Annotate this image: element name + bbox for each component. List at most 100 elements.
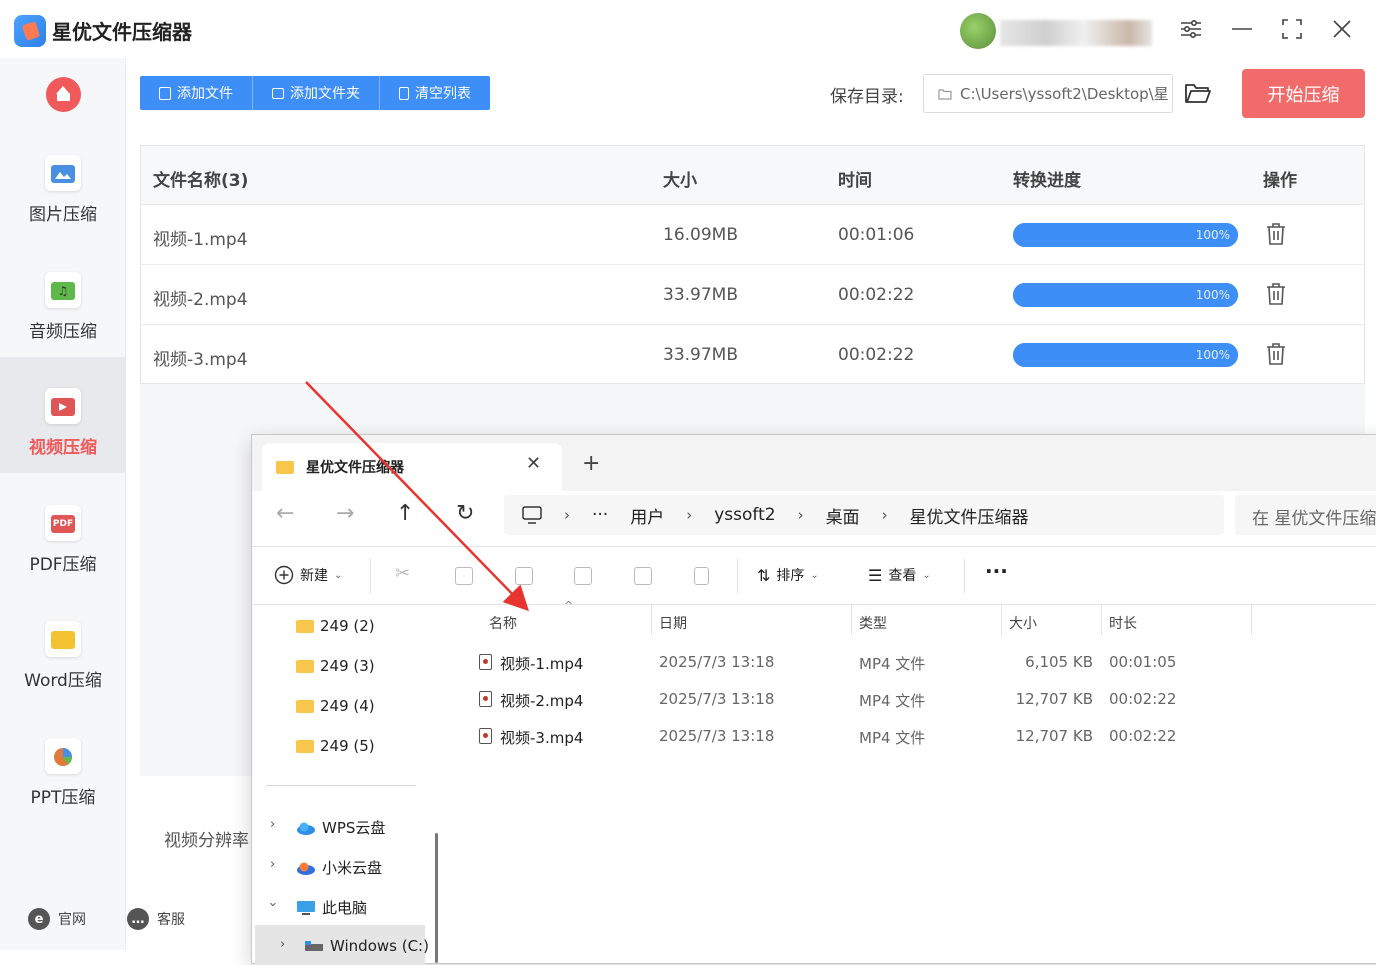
file-name: 视频-1.mp4 bbox=[153, 230, 248, 250]
chevron-right-icon[interactable]: › bbox=[270, 817, 275, 832]
copy-icon[interactable] bbox=[455, 567, 473, 585]
tree-this-pc[interactable]: 此电脑 bbox=[296, 897, 367, 918]
search-input[interactable]: 在 星优文件压缩器 bbox=[1235, 495, 1376, 535]
cut-icon[interactable]: ✂ bbox=[395, 563, 413, 584]
file-row[interactable]: 视频-2.mp4 2025/7/3 13:18 MP4 文件 12,707 KB 00:… bbox=[447, 680, 1376, 716]
paste-icon[interactable] bbox=[515, 567, 533, 585]
delete-icon[interactable] bbox=[694, 567, 709, 585]
maximize-icon[interactable] bbox=[1277, 14, 1307, 44]
file-name: 视频-1.mp4 bbox=[500, 655, 584, 673]
sidebar-item-word[interactable]: Word压缩 bbox=[0, 590, 126, 706]
nav-scrollbar[interactable] bbox=[435, 833, 438, 963]
header-size: 大小 bbox=[663, 171, 697, 191]
sidebar-item-label: Word压缩 bbox=[24, 671, 102, 691]
video-file-icon bbox=[479, 654, 492, 670]
column-name[interactable]: 名称 bbox=[489, 613, 517, 633]
cloud-icon bbox=[297, 862, 315, 875]
app-logo-icon bbox=[14, 15, 46, 47]
tree-wps-cloud[interactable]: WPS云盘 bbox=[296, 817, 385, 838]
file-time: 00:02:22 bbox=[838, 285, 915, 305]
close-icon[interactable] bbox=[1327, 14, 1357, 44]
chevron-right-icon: › bbox=[881, 506, 888, 524]
file-size: 12,707 KB bbox=[1015, 727, 1093, 745]
sort-icon: ⇅ bbox=[757, 565, 771, 585]
sidebar-item-audio[interactable]: ♫ 音频压缩 bbox=[0, 241, 126, 357]
tree-xiaomi-cloud[interactable]: 小米云盘 bbox=[296, 857, 382, 878]
share-icon[interactable] bbox=[634, 567, 652, 585]
website-link[interactable]: e 官网 bbox=[28, 908, 86, 930]
pdf-icon: PDF bbox=[45, 505, 81, 541]
progress-text: 100% bbox=[1195, 228, 1230, 242]
delete-row-icon[interactable] bbox=[1266, 282, 1286, 306]
progress-text: 100% bbox=[1195, 348, 1230, 362]
add-folder-button[interactable]: 添加文件夹 bbox=[253, 76, 380, 110]
sidebar-item-label: 音频压缩 bbox=[29, 322, 97, 342]
add-folder-label: 添加文件夹 bbox=[290, 86, 360, 102]
start-compress-button[interactable]: 开始压缩 bbox=[1242, 69, 1365, 118]
title-bar: 星优文件压缩器 bbox=[0, 0, 1376, 58]
delete-row-icon[interactable] bbox=[1266, 222, 1286, 246]
sidebar-item-pdf[interactable]: PDF PDF压缩 bbox=[0, 474, 126, 590]
add-file-label: 添加文件 bbox=[177, 86, 233, 102]
more-options-icon[interactable]: ··· bbox=[985, 559, 1008, 583]
ellipsis-icon[interactable]: ··· bbox=[592, 505, 608, 525]
tree-folder[interactable]: 249 (3) bbox=[296, 657, 375, 675]
refresh-icon[interactable]: ↻ bbox=[456, 501, 474, 526]
breadcrumb-desktop[interactable]: 桌面 bbox=[826, 503, 860, 528]
home-icon[interactable] bbox=[46, 77, 81, 112]
back-icon[interactable]: ← bbox=[276, 501, 294, 526]
new-button[interactable]: 新建 ⌄ bbox=[274, 565, 342, 585]
file-row[interactable]: 视频-1.mp4 2025/7/3 13:18 MP4 文件 6,105 KB 00:0… bbox=[447, 643, 1376, 679]
file-name: 视频-2.mp4 bbox=[500, 692, 584, 710]
forward-icon[interactable]: → bbox=[336, 501, 354, 526]
clear-list-label: 清空列表 bbox=[415, 86, 471, 102]
breadcrumb-folder[interactable]: 星优文件压缩器 bbox=[910, 503, 1029, 528]
video-file-icon bbox=[479, 691, 492, 707]
tab-close-icon[interactable]: ✕ bbox=[526, 453, 541, 474]
new-label: 新建 bbox=[300, 568, 328, 584]
sort-button[interactable]: ⇅ 排序 ⌄ bbox=[757, 565, 819, 585]
settings-sliders-icon[interactable] bbox=[1176, 14, 1206, 44]
add-file-button[interactable]: 添加文件 bbox=[140, 76, 253, 110]
username-redacted bbox=[1000, 20, 1152, 46]
column-size[interactable]: 大小 bbox=[1009, 613, 1037, 633]
column-type[interactable]: 类型 bbox=[859, 613, 887, 633]
address-bar[interactable]: › ··· 用户 › yssoft2 › 桌面 › 星优文件压缩器 bbox=[504, 495, 1224, 535]
browse-folder-icon[interactable] bbox=[1185, 82, 1211, 104]
view-button[interactable]: ☰ 查看 ⌄ bbox=[868, 565, 931, 585]
save-directory-label: 保存目录: bbox=[830, 87, 904, 107]
up-icon[interactable]: ↑ bbox=[396, 501, 414, 526]
tree-drive-c[interactable]: Windows (C:) bbox=[304, 937, 429, 955]
tree-folder[interactable]: 249 (5) bbox=[296, 737, 375, 755]
minimize-icon[interactable] bbox=[1227, 14, 1257, 44]
sidebar-item-image[interactable]: 图片压缩 bbox=[0, 124, 126, 240]
save-path-field[interactable]: C:\Users\yssoft2\Desktop\星 bbox=[923, 74, 1173, 113]
sort-label: 排序 bbox=[776, 568, 805, 584]
sidebar-item-label: PDF压缩 bbox=[29, 555, 97, 575]
rename-icon[interactable] bbox=[574, 567, 592, 585]
chevron-right-icon: › bbox=[686, 506, 693, 524]
new-tab-icon[interactable]: + bbox=[582, 451, 600, 476]
column-duration[interactable]: 时长 bbox=[1109, 613, 1137, 633]
file-button-group: 添加文件 添加文件夹 清空列表 bbox=[140, 76, 490, 110]
plus-circle-icon bbox=[274, 565, 294, 585]
file-row[interactable]: 视频-3.mp4 2025/7/3 13:18 MP4 文件 12,707 KB 00:… bbox=[447, 717, 1376, 753]
clear-list-button[interactable]: 清空列表 bbox=[380, 76, 490, 110]
file-explorer-window: 星优文件压缩器 ✕ + ← → ↑ ↻ › ··· 用户 › yssoft2 ›… bbox=[251, 434, 1376, 965]
tree-folder[interactable]: 249 (4) bbox=[296, 697, 375, 715]
support-link[interactable]: … 客服 bbox=[127, 908, 185, 930]
chevron-right-icon[interactable]: › bbox=[270, 857, 275, 872]
breadcrumb-user[interactable]: yssoft2 bbox=[714, 505, 775, 525]
delete-row-icon[interactable] bbox=[1266, 342, 1286, 366]
column-date[interactable]: 日期 bbox=[659, 613, 687, 633]
file-date: 2025/7/3 13:18 bbox=[659, 690, 775, 708]
user-avatar[interactable] bbox=[960, 13, 996, 49]
file-icon bbox=[159, 86, 171, 100]
tree-folder[interactable]: 249 (2) bbox=[296, 617, 375, 635]
breadcrumb-users[interactable]: 用户 bbox=[630, 503, 664, 528]
chevron-down-icon[interactable]: › bbox=[265, 902, 280, 907]
explorer-tab[interactable]: 星优文件压缩器 ✕ bbox=[262, 443, 562, 491]
sidebar-item-video[interactable]: 视频压缩 bbox=[0, 357, 126, 473]
sidebar: 图片压缩 ♫ 音频压缩 视频压缩 PDF PDF压缩 Word压缩 PPT压缩 bbox=[0, 58, 126, 950]
sidebar-item-ppt[interactable]: PPT压缩 bbox=[0, 707, 126, 823]
